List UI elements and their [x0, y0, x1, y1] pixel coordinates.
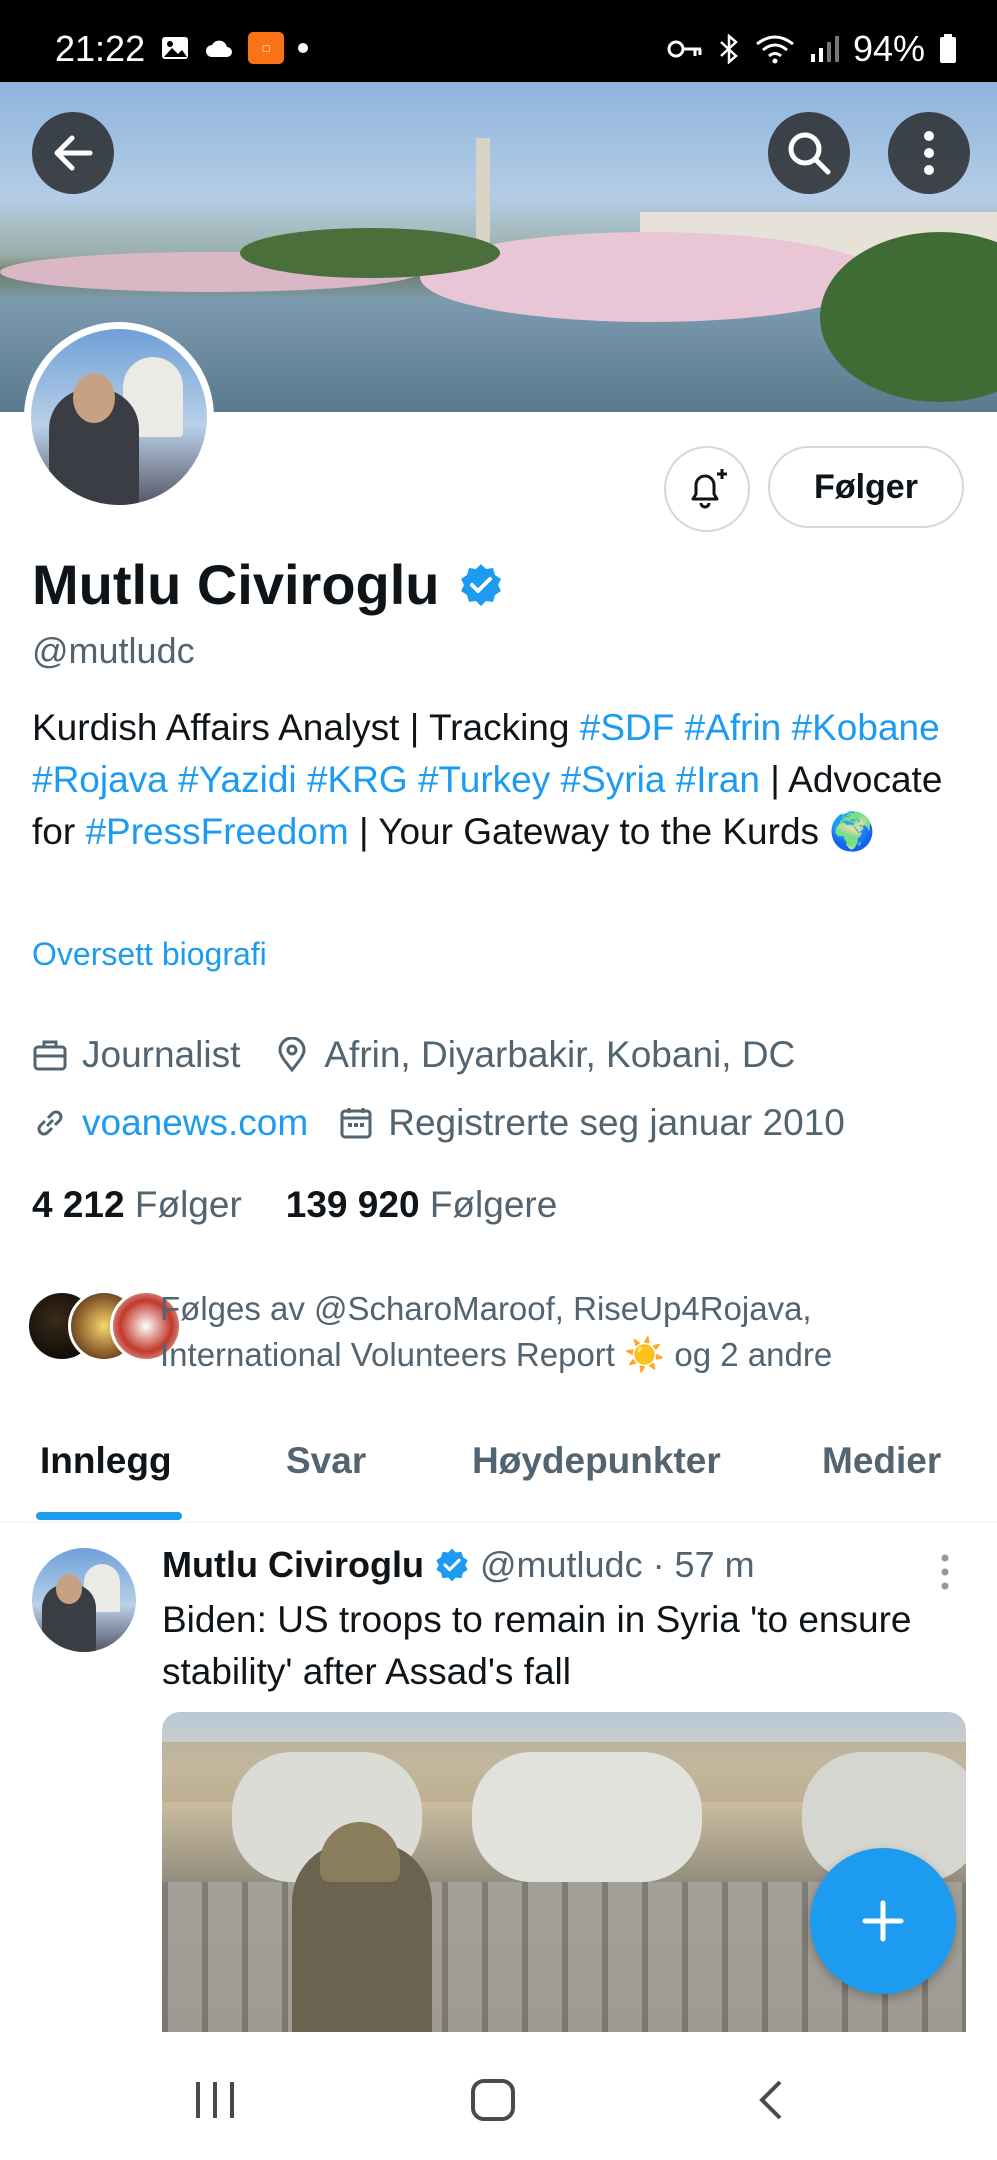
follow-counts: 4 212 Følger 139 920 Følgere [32, 1184, 557, 1226]
following-count-link[interactable]: 4 212 Følger [32, 1184, 242, 1226]
tweet-author-name[interactable]: Mutlu Civiroglu [162, 1544, 424, 1586]
arrow-left-icon [54, 135, 93, 171]
recent-apps-icon[interactable] [192, 2078, 238, 2122]
status-bar: 21:22 ▢ 94% [0, 0, 997, 82]
plus-icon [862, 1900, 904, 1942]
profile-meta-row-2: voanews.com Registrerte seg januar 2010 [32, 1102, 845, 1144]
dot-icon [298, 43, 308, 53]
tweet-handle-time: @mutludc · 57 m [479, 1544, 755, 1585]
signal-icon [810, 36, 839, 62]
tweet-header: Mutlu Civiroglu @mutludc · 57 m [162, 1544, 755, 1586]
active-tab-indicator [36, 1512, 182, 1520]
bluetooth-icon [720, 34, 738, 64]
briefcase-icon [33, 1040, 67, 1071]
tab-media[interactable]: Medier [822, 1440, 941, 1482]
notifications-button[interactable] [664, 446, 750, 532]
profile-bio: Kurdish Affairs Analyst | Tracking #SDF … [32, 702, 972, 858]
location-pin-icon [278, 1037, 306, 1073]
followed-by-avatars[interactable] [26, 1290, 182, 1362]
joined-text: Registrerte seg januar 2010 [388, 1102, 845, 1143]
avatar-image [31, 329, 207, 505]
image-tank-2 [472, 1752, 702, 1882]
gallery-icon [162, 37, 188, 59]
tab-replies[interactable]: Svar [286, 1440, 366, 1482]
location-text: Afrin, Diyarbakir, Kobani, DC [324, 1034, 796, 1075]
followers-count-link[interactable]: 139 920 Følgere [286, 1184, 558, 1226]
status-time: 21:22 [55, 28, 146, 69]
website-link[interactable]: voanews.com [82, 1102, 308, 1144]
more-options-button[interactable] [888, 112, 970, 194]
compose-post-button[interactable] [810, 1848, 956, 1994]
calendar-icon [340, 1108, 372, 1139]
display-name: Mutlu Civiroglu [32, 553, 440, 616]
cloud-icon [206, 40, 232, 57]
bio-text-3: | Your Gateway to the Kurds 🌍 [348, 811, 876, 852]
profile-tabs: Innlegg Svar Høydepunkter Medier [0, 1426, 997, 1523]
system-navigation-bar [0, 2034, 997, 2160]
key-icon [667, 40, 702, 58]
search-icon [788, 132, 831, 175]
profile-avatar[interactable] [24, 322, 214, 512]
tab-posts[interactable]: Innlegg [40, 1440, 172, 1482]
verified-badge-icon [460, 563, 501, 606]
bio-hashtag-pressfreedom[interactable]: #PressFreedom [85, 811, 348, 852]
link-icon [37, 1110, 63, 1136]
tweet-text: Biden: US troops to remain in Syria 'to … [162, 1599, 912, 1692]
followers-count: 139 920 [285, 1184, 420, 1225]
followers-label: Følgere [429, 1184, 558, 1225]
back-nav-icon[interactable] [756, 2078, 786, 2122]
following-label: Følger [134, 1184, 242, 1225]
tweet-more-icon[interactable] [930, 1552, 960, 1592]
avatar-face [73, 373, 115, 423]
following-button[interactable]: Følger [768, 446, 964, 528]
profile-handle: @mutludc [32, 630, 195, 671]
followed-by-text[interactable]: Følges av @ScharoMaroof, RiseUp4Rojava, … [160, 1286, 980, 1378]
translate-bio-link[interactable]: Oversett biografi [32, 936, 267, 973]
battery-icon [940, 34, 956, 63]
profile-meta-row-1: Journalist Afrin, Diyarbakir, Kobani, DC [32, 1034, 795, 1076]
search-button[interactable] [768, 112, 850, 194]
following-count: 4 212 [32, 1184, 125, 1225]
tweet-avatar-face [56, 1574, 82, 1604]
bell-plus-icon [691, 469, 727, 509]
tab-highlights[interactable]: Høydepunkter [472, 1440, 721, 1482]
verified-badge-icon [436, 1548, 468, 1582]
profile-name: Mutlu Civiroglu [32, 552, 504, 617]
banner-green-mid [240, 228, 500, 278]
back-button[interactable] [32, 112, 114, 194]
wifi-icon [756, 35, 794, 64]
more-vertical-icon [924, 131, 934, 175]
status-system-icons: 94% [667, 28, 957, 70]
home-icon[interactable] [470, 2078, 516, 2122]
status-notification-icons: ▢ [160, 32, 308, 64]
tweet-author-avatar[interactable] [32, 1548, 136, 1652]
bio-text-1: Kurdish Affairs Analyst | Tracking [32, 707, 580, 748]
temu-app-icon: ▢ [248, 32, 284, 64]
battery-percent: 94% [852, 28, 925, 69]
profession-text: Journalist [82, 1034, 241, 1075]
